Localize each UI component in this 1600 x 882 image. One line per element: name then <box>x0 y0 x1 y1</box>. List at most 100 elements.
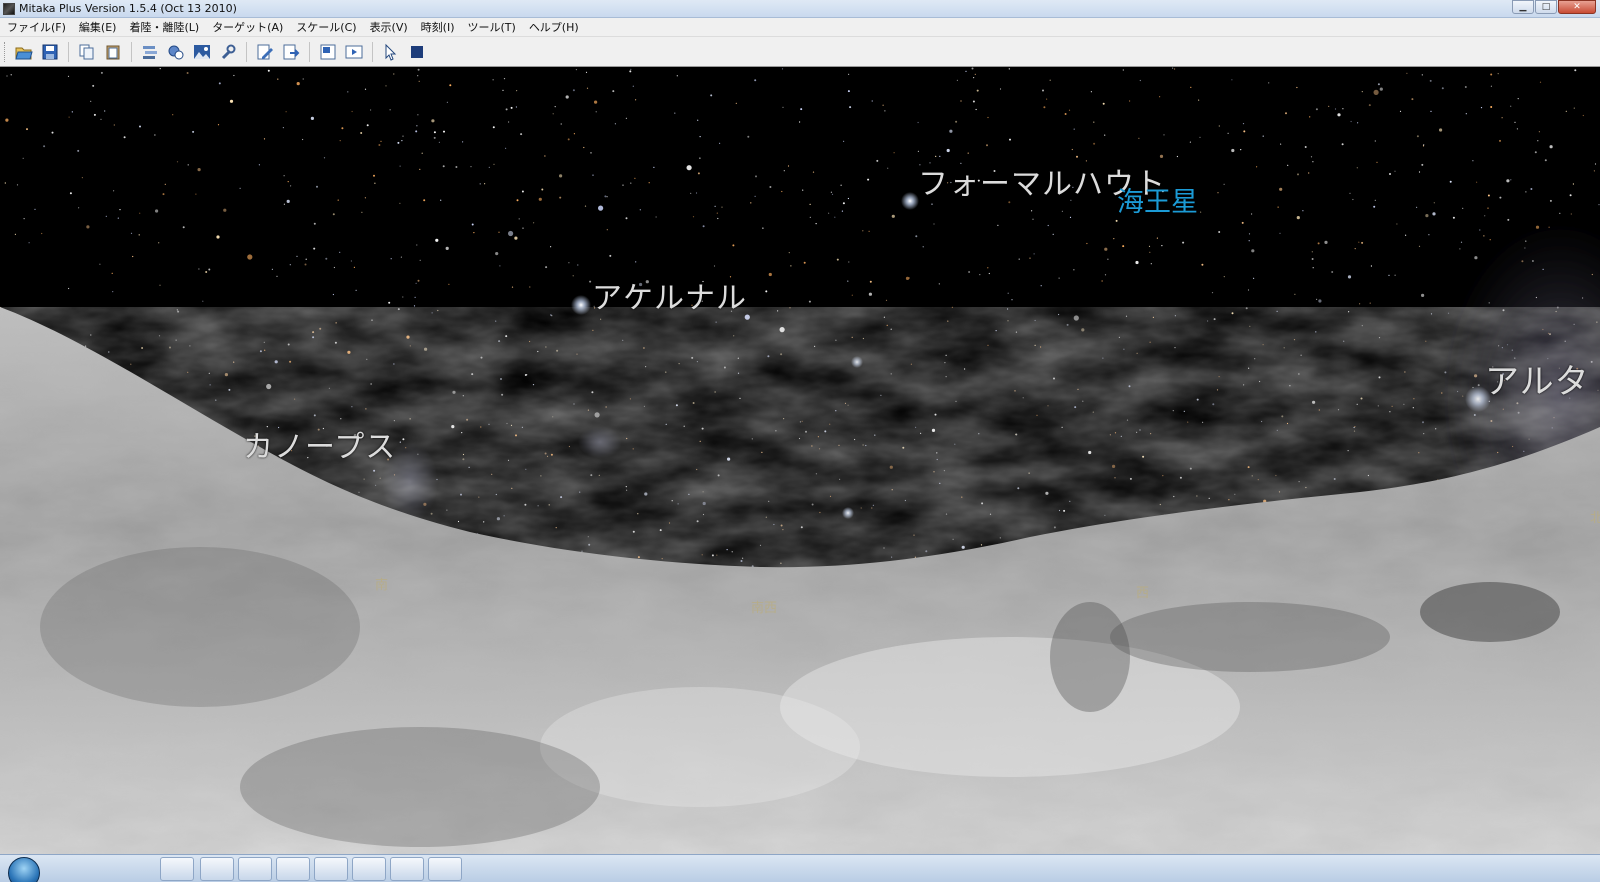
star <box>1202 421 1204 423</box>
save-button[interactable] <box>39 41 61 63</box>
star <box>247 254 253 260</box>
star <box>1248 240 1250 242</box>
star <box>283 203 285 205</box>
star <box>479 183 481 185</box>
export-button[interactable] <box>280 41 302 63</box>
star <box>277 78 279 80</box>
planetarium-view[interactable]: フォーマルハウト 海王星 アケルナル カノープス アルタ 南 南西 西 北 <box>0 67 1600 854</box>
star <box>1489 239 1491 241</box>
menu-time[interactable]: 時刻(I) <box>414 19 461 35</box>
paste-button[interactable] <box>102 41 124 63</box>
star <box>1126 419 1129 421</box>
star <box>1279 232 1281 234</box>
star <box>373 469 376 472</box>
taskbar-button[interactable] <box>428 857 462 881</box>
taskbar-button[interactable] <box>352 857 386 881</box>
star <box>1501 117 1503 119</box>
star <box>565 95 569 99</box>
star <box>1227 132 1229 134</box>
star <box>592 174 594 176</box>
taskbar-button[interactable] <box>276 857 310 881</box>
star <box>493 163 495 165</box>
star <box>1159 96 1161 98</box>
star <box>1207 320 1209 322</box>
star <box>1104 247 1108 251</box>
toolbar-grip[interactable] <box>4 41 8 62</box>
minimize-button[interactable]: ▁ <box>1512 0 1534 14</box>
star <box>14 233 16 235</box>
planets-button[interactable] <box>165 41 187 63</box>
star <box>416 244 418 246</box>
copy-button[interactable] <box>76 41 98 63</box>
star <box>917 121 919 124</box>
star <box>622 184 624 186</box>
close-button[interactable]: ✕ <box>1558 0 1596 14</box>
menu-file[interactable]: ファイル(F) <box>0 19 72 35</box>
taskbar-button[interactable] <box>238 857 272 881</box>
star <box>1593 170 1595 172</box>
star <box>335 322 337 324</box>
planet-label-neptune[interactable]: 海王星 <box>1117 180 1198 219</box>
settings-button[interactable] <box>217 41 239 63</box>
menu-landing[interactable]: 着陸・離陸(L) <box>122 19 205 35</box>
star <box>876 159 879 162</box>
star <box>1114 477 1116 479</box>
star <box>1449 180 1452 183</box>
star <box>1538 131 1540 133</box>
star <box>451 425 455 429</box>
landscape-button[interactable] <box>191 41 213 63</box>
maximize-button[interactable]: □ <box>1535 0 1557 14</box>
menu-target[interactable]: ターゲット(A) <box>205 19 289 35</box>
stop-button[interactable] <box>406 41 428 63</box>
taskbar-button[interactable] <box>200 857 234 881</box>
star-label-achernar[interactable]: アケルナル <box>592 273 747 317</box>
star <box>740 560 743 562</box>
star <box>1074 406 1077 409</box>
start-button[interactable] <box>8 857 40 882</box>
layers-button[interactable] <box>139 41 161 63</box>
movie-button[interactable] <box>343 41 365 63</box>
star <box>905 276 910 280</box>
star <box>1432 212 1436 216</box>
menu-view[interactable]: 表示(V) <box>363 19 414 35</box>
star <box>967 152 969 154</box>
star <box>100 118 102 120</box>
star <box>759 544 762 546</box>
taskbar-button[interactable] <box>314 857 348 881</box>
star <box>1102 357 1104 359</box>
star <box>169 346 171 349</box>
taskbar-button[interactable] <box>390 857 424 881</box>
menu-tools[interactable]: ツール(T) <box>461 19 522 35</box>
star <box>1015 331 1018 333</box>
image-button[interactable] <box>317 41 339 63</box>
star-label-altair[interactable]: アルタ <box>1485 354 1590 403</box>
star-label-canopus[interactable]: カノープス <box>243 422 396 466</box>
star <box>594 100 598 104</box>
star <box>801 420 803 422</box>
open-button[interactable] <box>13 41 35 63</box>
star <box>809 203 811 205</box>
star <box>1399 110 1402 112</box>
menu-scale[interactable]: スケール(C) <box>289 19 362 35</box>
star <box>286 199 290 203</box>
star <box>1361 91 1363 93</box>
star <box>589 280 592 283</box>
star <box>1109 434 1111 436</box>
taskbar-button[interactable] <box>160 857 194 881</box>
star <box>972 100 975 103</box>
star <box>1394 274 1396 276</box>
star <box>312 336 315 339</box>
menu-help[interactable]: ヘルプ(H) <box>522 19 585 35</box>
star <box>1073 269 1075 271</box>
pointer-button[interactable] <box>380 41 402 63</box>
star <box>1376 161 1378 163</box>
star <box>545 266 548 269</box>
edit-button[interactable] <box>254 41 276 63</box>
star <box>980 544 983 546</box>
star <box>399 441 401 443</box>
star <box>537 350 539 353</box>
star <box>964 368 966 370</box>
star <box>1311 251 1313 253</box>
star <box>283 175 285 177</box>
menu-edit[interactable]: 編集(E) <box>72 19 123 35</box>
